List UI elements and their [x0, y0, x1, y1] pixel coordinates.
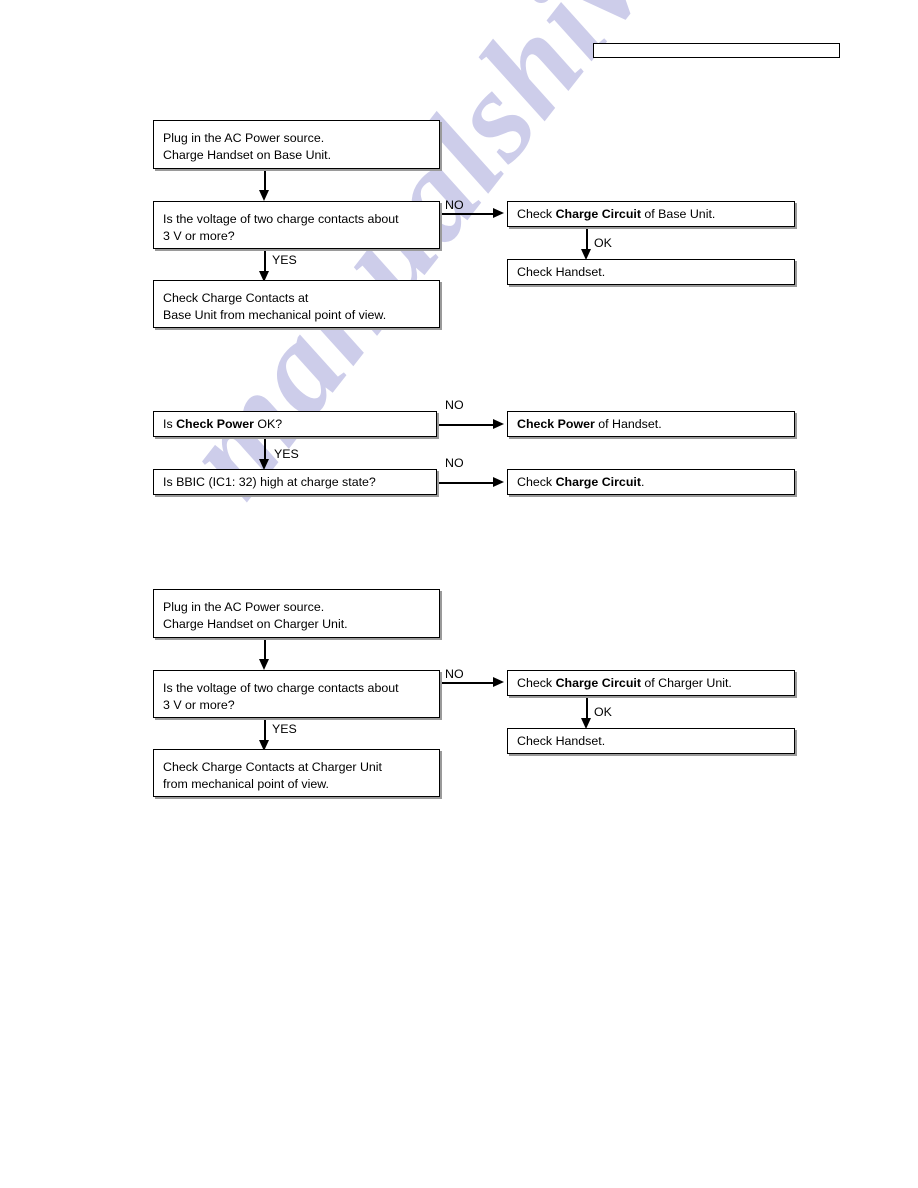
- flow-box-g3-yes-result: Check Charge Contacts at Charger Unit fr…: [153, 749, 440, 797]
- flow-box-g2-decision-power: Is Check Power OK?: [153, 411, 437, 437]
- watermark: manualshive.com: [0, 0, 918, 1188]
- edge-label-g2-yes: YES: [274, 447, 299, 461]
- flow-box-g2-bbic-no-result-prefix: Check: [517, 474, 556, 489]
- flow-box-g2-power-no-result-bold: Check Power: [517, 416, 595, 431]
- flow-box-g3-decision: Is the voltage of two charge contacts ab…: [153, 670, 440, 718]
- flow-box-g1-yes-result-text: Check Charge Contacts at Base Unit from …: [163, 291, 387, 322]
- flow-box-g3-yes-result-text: Check Charge Contacts at Charger Unit fr…: [163, 760, 383, 791]
- connector-g2-power-no: [437, 424, 496, 426]
- flow-box-g1-start-text: Plug in the AC Power source. Charge Hand…: [163, 131, 332, 162]
- flow-box-g3-no-result-bold: Charge Circuit: [555, 675, 641, 690]
- arrow-g2-bbic-no: [493, 477, 504, 487]
- flow-box-g2-bbic-no-result: Check Charge Circuit.: [507, 469, 795, 495]
- flow-box-g3-no-result-text: Check Charge Circuit of Charger Unit.: [517, 675, 732, 692]
- flow-box-g1-no-result-suffix: of Base Unit.: [640, 206, 716, 221]
- flow-box-g3-start: Plug in the AC Power source. Charge Hand…: [153, 589, 440, 638]
- arrow-g1-start-to-decision: [259, 190, 269, 201]
- flow-box-g1-no-result-text: Check Charge Circuit of Base Unit.: [517, 206, 715, 223]
- edge-label-g2-no-1: NO: [445, 398, 464, 412]
- flow-box-g2-decision-power-suffix: OK?: [253, 416, 283, 431]
- flow-box-g1-decision-text: Is the voltage of two charge contacts ab…: [163, 212, 399, 243]
- flow-box-g3-no-result-suffix: of Charger Unit.: [640, 675, 732, 690]
- flow-box-g2-bbic-no-result-bold: Charge Circuit: [555, 474, 641, 489]
- document-page: manualshive.com Plug in the AC Power sou…: [0, 0, 918, 1188]
- flow-box-g1-ok-result: Check Handset.: [507, 259, 795, 285]
- edge-label-g3-ok: OK: [594, 705, 612, 719]
- flow-box-g2-bbic-no-result-suffix: .: [640, 474, 645, 489]
- arrow-g3-decision-no: [493, 677, 504, 687]
- arrow-g2-power-no: [493, 419, 504, 429]
- flow-box-g2-decision-power-bold: Check Power: [176, 416, 254, 431]
- flow-box-g2-bbic-no-result-text: Check Charge Circuit.: [517, 474, 644, 491]
- flow-box-g2-decision-bbic: Is BBIC (IC1: 32) high at charge state?: [153, 469, 437, 495]
- flow-box-g1-no-result-prefix: Check: [517, 206, 556, 221]
- flow-box-g2-power-no-result-suffix: of Handset.: [594, 416, 662, 431]
- flow-box-g3-ok-result: Check Handset.: [507, 728, 795, 754]
- edge-label-g2-no-2: NO: [445, 456, 464, 470]
- connector-g2-bbic-no: [437, 482, 496, 484]
- edge-label-g3-yes: YES: [272, 722, 297, 736]
- edge-label-g1-yes: YES: [272, 253, 297, 267]
- flow-box-g2-power-no-result-text: Check Power of Handset.: [517, 416, 662, 433]
- edge-label-g3-no: NO: [445, 667, 464, 681]
- flow-box-g2-power-no-result: Check Power of Handset.: [507, 411, 795, 437]
- flow-box-g1-start: Plug in the AC Power source. Charge Hand…: [153, 120, 440, 169]
- connector-g3-decision-no: [440, 682, 496, 684]
- arrow-g3-start-to-decision: [259, 659, 269, 670]
- flow-box-g3-no-result-prefix: Check: [517, 675, 556, 690]
- connector-g1-decision-no: [440, 213, 496, 215]
- flow-box-g3-start-text: Plug in the AC Power source. Charge Hand…: [163, 600, 348, 631]
- flow-box-g3-decision-text: Is the voltage of two charge contacts ab…: [163, 681, 399, 712]
- flow-box-g2-decision-power-prefix: Is: [163, 416, 177, 431]
- flow-box-g1-no-result: Check Charge Circuit of Base Unit.: [507, 201, 795, 227]
- flow-box-g1-no-result-bold: Charge Circuit: [555, 206, 641, 221]
- flow-box-g1-decision: Is the voltage of two charge contacts ab…: [153, 201, 440, 249]
- flow-box-g2-decision-bbic-text: Is BBIC (IC1: 32) high at charge state?: [163, 474, 376, 489]
- edge-label-g1-no: NO: [445, 198, 464, 212]
- flow-box-g1-ok-result-text: Check Handset.: [517, 264, 606, 279]
- edge-label-g1-ok: OK: [594, 236, 612, 250]
- flow-box-g2-decision-power-text: Is Check Power OK?: [163, 416, 282, 433]
- flow-box-g3-ok-result-text: Check Handset.: [517, 733, 606, 748]
- header-rule-box: [593, 43, 840, 58]
- arrow-g1-decision-no: [493, 208, 504, 218]
- flow-box-g1-yes-result: Check Charge Contacts at Base Unit from …: [153, 280, 440, 328]
- flow-box-g3-no-result: Check Charge Circuit of Charger Unit.: [507, 670, 795, 696]
